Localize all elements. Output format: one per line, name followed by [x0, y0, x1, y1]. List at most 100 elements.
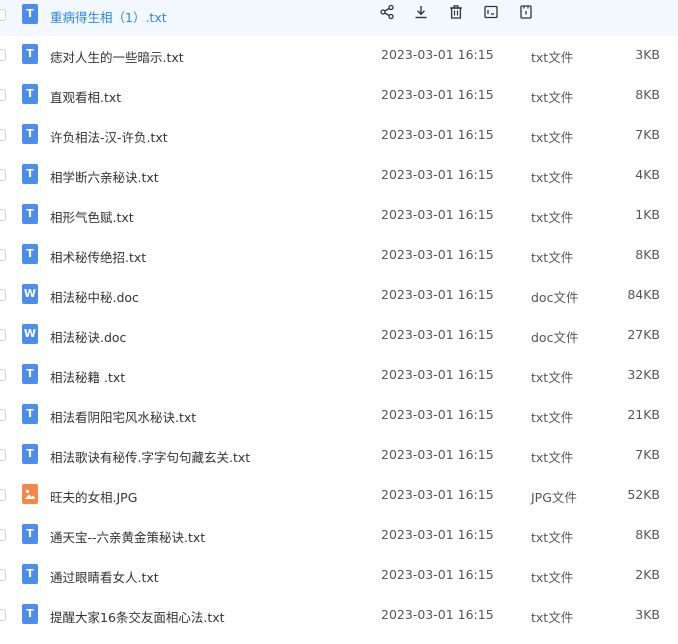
file-size: 27KB: [627, 327, 660, 342]
txt-file-icon: T: [22, 404, 38, 424]
file-size: 8KB: [635, 247, 660, 262]
file-date: 2023-03-01 16:15: [381, 47, 494, 62]
row-checkbox[interactable]: [0, 249, 6, 261]
file-row[interactable]: T 相法秘籍 .txt 2023-03-01 16:15 txt文件 32KB: [0, 356, 678, 396]
row-checkbox[interactable]: [0, 169, 6, 181]
file-type: txt文件: [531, 90, 574, 105]
file-name[interactable]: 相法看阴阳宅风水秘诀.txt: [50, 407, 196, 426]
file-row[interactable]: T 相术秘传绝招.txt 2023-03-01 16:15 txt文件 8KB: [0, 236, 678, 276]
file-row[interactable]: T 相形气色赋.txt 2023-03-01 16:15 txt文件 1KB: [0, 196, 678, 236]
file-name[interactable]: 相法歌诀有秘传.字字句句藏玄关.txt: [50, 447, 250, 466]
row-checkbox[interactable]: [0, 129, 6, 141]
file-size: 1KB: [635, 207, 660, 222]
file-date: 2023-03-01 16:15: [381, 327, 494, 342]
row-checkbox[interactable]: [0, 449, 6, 461]
file-name[interactable]: 许负相法-汉-许负.txt: [50, 127, 168, 146]
file-row[interactable]: T 痣对人生的一些暗示.txt 2023-03-01 16:15 txt文件 3KB: [0, 36, 678, 76]
image-file-icon: [22, 484, 38, 504]
file-size: 7KB: [635, 127, 660, 142]
txt-file-icon: T: [22, 604, 38, 624]
file-name[interactable]: 相形气色赋.txt: [50, 207, 134, 226]
file-type: txt文件: [531, 530, 574, 545]
file-type: doc文件: [531, 330, 579, 345]
download-icon[interactable]: [410, 2, 432, 24]
file-size: 3KB: [635, 607, 660, 622]
file-date: 2023-03-01 16:15: [381, 527, 494, 542]
file-type: txt文件: [531, 210, 574, 225]
file-type: txt文件: [531, 170, 574, 185]
file-row[interactable]: W 相法秘中秘.doc 2023-03-01 16:15 doc文件 84KB: [0, 276, 678, 316]
file-name[interactable]: 通过眼睛看女人.txt: [50, 567, 159, 586]
file-date: 2023-03-01 16:15: [381, 407, 494, 422]
share-icon[interactable]: [376, 2, 398, 24]
file-row-selected[interactable]: T 重病得生相（1）.txt: [0, 0, 678, 36]
file-date: 2023-03-01 16:15: [381, 247, 494, 262]
row-checkbox[interactable]: [0, 569, 6, 581]
row-checkbox[interactable]: [0, 609, 6, 621]
file-type: txt文件: [531, 130, 574, 145]
file-name[interactable]: 提醒大家16条交友面相心法.txt: [50, 607, 225, 626]
txt-file-icon: T: [22, 564, 38, 584]
file-name[interactable]: 重病得生相（1）.txt: [50, 7, 167, 26]
file-list: T 重病得生相（1）.txt T 痣对人生的一些暗示.txt 2023-03-0…: [0, 0, 678, 644]
row-checkbox[interactable]: [0, 89, 6, 101]
file-type: txt文件: [531, 570, 574, 585]
more-icon[interactable]: [515, 2, 537, 24]
file-name[interactable]: 直观看相.txt: [50, 87, 121, 106]
file-row[interactable]: T 通天宝--六亲黄金策秘诀.txt 2023-03-01 16:15 txt文件 8K…: [0, 516, 678, 556]
file-row[interactable]: 旺夫的女相.JPG 2023-03-01 16:15 JPG文件 52KB: [0, 476, 678, 516]
file-row[interactable]: T 提醒大家16条交友面相心法.txt 2023-03-01 16:15 txt文件 3…: [0, 596, 678, 636]
file-row[interactable]: T 相法歌诀有秘传.字字句句藏玄关.txt 2023-03-01 16:15 txt文…: [0, 436, 678, 476]
row-checkbox[interactable]: [0, 369, 6, 381]
row-checkbox[interactable]: [0, 209, 6, 221]
file-row[interactable]: W 相法秘诀.doc 2023-03-01 16:15 doc文件 27KB: [0, 316, 678, 356]
file-name[interactable]: 旺夫的女相.JPG: [50, 487, 137, 506]
file-date: 2023-03-01 16:15: [381, 127, 494, 142]
row-checkbox[interactable]: [0, 329, 6, 341]
txt-file-icon: T: [22, 364, 38, 384]
doc-file-icon: W: [22, 284, 38, 304]
file-row[interactable]: T 许负相法-汉-许负.txt 2023-03-01 16:15 txt文件 7KB: [0, 116, 678, 156]
file-row[interactable]: T 相学断六亲秘诀.txt 2023-03-01 16:15 txt文件 4KB: [0, 156, 678, 196]
file-name[interactable]: 相学断六亲秘诀.txt: [50, 167, 159, 186]
txt-file-icon: T: [22, 84, 38, 104]
file-name[interactable]: 通天宝--六亲黄金策秘诀.txt: [50, 527, 205, 546]
rename-icon[interactable]: [480, 2, 502, 24]
row-checkbox[interactable]: [0, 49, 6, 61]
row-checkbox[interactable]: [0, 489, 6, 501]
file-size: 84KB: [627, 287, 660, 302]
file-type: txt文件: [531, 50, 574, 65]
file-name[interactable]: 相法秘中秘.doc: [50, 287, 139, 306]
file-date: 2023-03-01 16:15: [381, 167, 494, 182]
txt-file-icon: T: [22, 164, 38, 184]
file-type: txt文件: [531, 410, 574, 425]
txt-file-icon: T: [22, 4, 38, 24]
row-checkbox[interactable]: [0, 289, 6, 301]
file-date: 2023-03-01 16:15: [381, 207, 494, 222]
file-date: 2023-03-01 16:15: [381, 367, 494, 382]
file-type: JPG文件: [531, 490, 577, 505]
row-checkbox[interactable]: [0, 9, 6, 21]
file-row[interactable]: T 通过眼睛看女人.txt 2023-03-01 16:15 txt文件 2KB: [0, 556, 678, 596]
delete-icon[interactable]: [445, 2, 467, 24]
file-size: 8KB: [635, 87, 660, 102]
file-date: 2023-03-01 16:15: [381, 567, 494, 582]
file-date: 2023-03-01 16:15: [381, 487, 494, 502]
file-name[interactable]: 相法秘诀.doc: [50, 327, 126, 346]
file-size: 7KB: [635, 447, 660, 462]
file-name[interactable]: 相法秘籍 .txt: [50, 367, 125, 386]
file-row[interactable]: T 相法看阴阳宅风水秘诀.txt 2023-03-01 16:15 txt文件 21KB: [0, 396, 678, 436]
file-name[interactable]: 痣对人生的一些暗示.txt: [50, 47, 184, 66]
txt-file-icon: T: [22, 204, 38, 224]
txt-file-icon: T: [22, 444, 38, 464]
txt-file-icon: T: [22, 44, 38, 64]
file-type: txt文件: [531, 450, 574, 465]
file-date: 2023-03-01 16:15: [381, 287, 494, 302]
row-checkbox[interactable]: [0, 529, 6, 541]
row-checkbox[interactable]: [0, 409, 6, 421]
file-name[interactable]: 相术秘传绝招.txt: [50, 247, 146, 266]
file-size: 32KB: [627, 367, 660, 382]
file-row[interactable]: T 直观看相.txt 2023-03-01 16:15 txt文件 8KB: [0, 76, 678, 116]
file-type: txt文件: [531, 250, 574, 265]
file-size: 52KB: [627, 487, 660, 502]
